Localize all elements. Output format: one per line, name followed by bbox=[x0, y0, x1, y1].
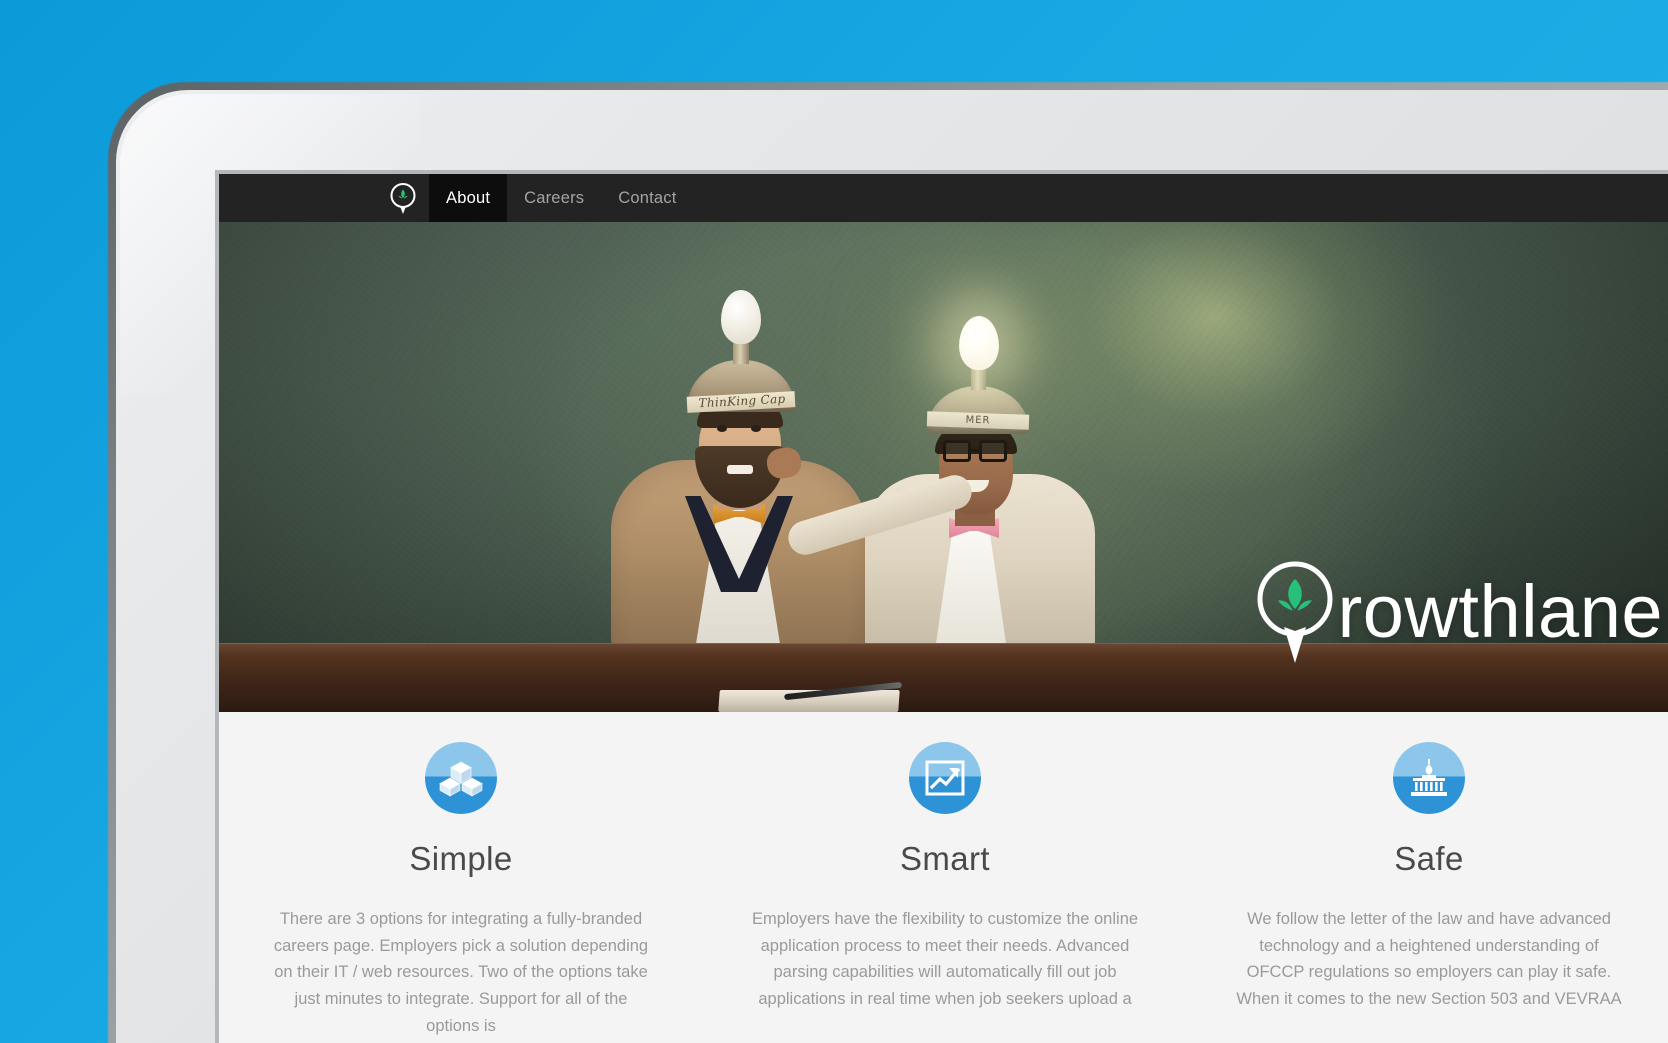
features-section: Simple There are 3 options for integrati… bbox=[219, 712, 1668, 1040]
feature-body-text: We follow the letter of the law and have… bbox=[1236, 910, 1622, 1009]
man-light-bulb bbox=[721, 290, 761, 344]
feature-column-safe: Safe We follow the letter of the law and… bbox=[1187, 742, 1668, 1040]
feature-body-text: Employers have the flexibility to custom… bbox=[751, 910, 1139, 1009]
nav-item-about[interactable]: About bbox=[429, 174, 508, 222]
nav-item-label: About bbox=[446, 188, 491, 207]
feature-title: Smart bbox=[899, 840, 990, 877]
capitol-building-icon bbox=[1393, 742, 1465, 814]
cubes-icon bbox=[425, 742, 497, 814]
woman-glasses-bridge bbox=[971, 449, 979, 452]
feature-title: Safe bbox=[1394, 840, 1464, 877]
nav-item-label: Careers bbox=[524, 188, 585, 207]
hero-banner-image: ThinKing Cap MER rowthlane bbox=[219, 222, 1668, 712]
growthlane-logo-mark bbox=[1252, 553, 1338, 670]
feature-body-text: There are 3 options for integrating a fu… bbox=[273, 910, 649, 1035]
chart-arrow-icon bbox=[909, 742, 981, 814]
nav-item-contact[interactable]: Contact bbox=[601, 174, 693, 222]
man-mouth bbox=[727, 465, 753, 474]
man-eye-right bbox=[751, 425, 761, 432]
site-navbar: About Careers Contact bbox=[219, 174, 1668, 222]
woman-glasses-right-lens bbox=[979, 440, 1007, 462]
hero-person-woman: MER bbox=[764, 310, 1139, 650]
feature-column-smart: Smart Employers have the flexibility to … bbox=[703, 742, 1187, 1040]
feature-column-simple: Simple There are 3 options for integrati… bbox=[219, 742, 703, 1040]
browser-screen: About Careers Contact ThinKing Cap MER r… bbox=[219, 174, 1668, 1043]
nav-item-careers[interactable]: Careers bbox=[507, 174, 601, 222]
woman-light-bulb bbox=[959, 316, 999, 370]
man-eye-left bbox=[717, 425, 727, 432]
hero-brand-name: rowthlane bbox=[1337, 569, 1663, 653]
nav-item-label: Contact bbox=[618, 188, 677, 207]
screenshot-stage: About Careers Contact ThinKing Cap MER r… bbox=[0, 0, 1668, 1043]
woman-glasses-left-lens bbox=[943, 440, 971, 462]
feature-title: Simple bbox=[409, 840, 513, 877]
growthlane-logo-icon[interactable] bbox=[377, 174, 429, 222]
hero-brand-wordmark: rowthlane bbox=[1252, 553, 1663, 670]
